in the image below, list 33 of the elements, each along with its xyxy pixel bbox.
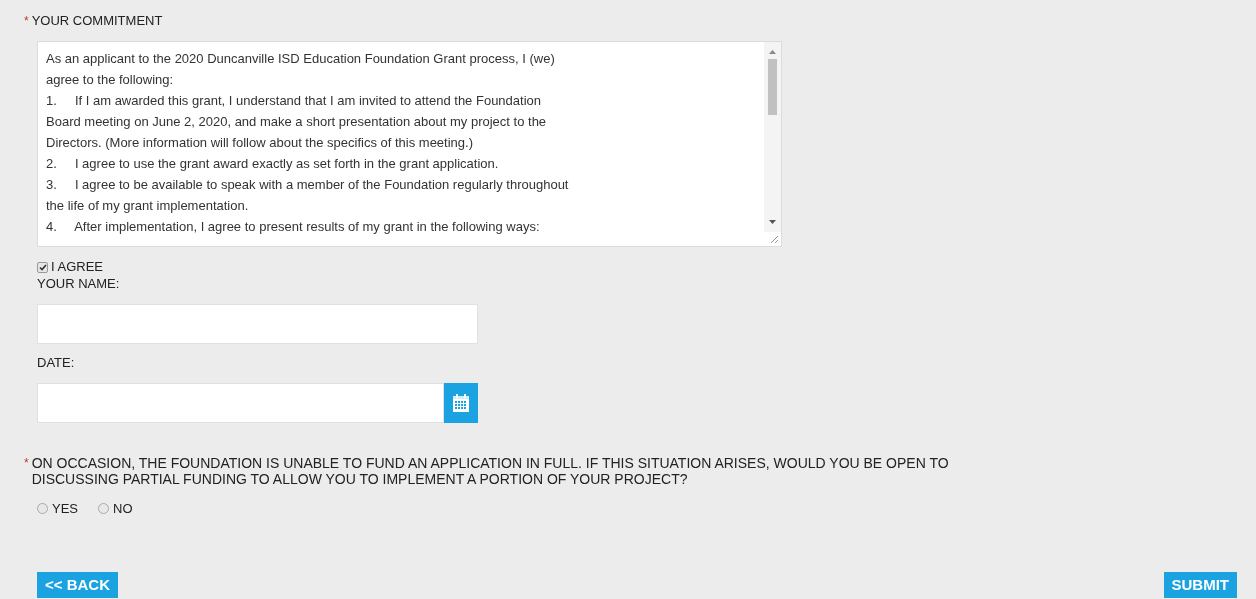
name-input-field[interactable] [37, 304, 478, 344]
submit-button[interactable]: SUBMIT [1163, 571, 1237, 598]
calendar-icon [453, 394, 469, 412]
scroll-up-icon[interactable] [769, 50, 776, 54]
text-line: As an applicant to the 2020 Duncanville ISD Education Foundation Grant process, I (we) [46, 50, 555, 68]
scroll-down-icon[interactable] [769, 220, 776, 224]
text-line: Board meeting on June 2, 2020, and make a short presentation about my project to the [46, 113, 547, 131]
text-line: 4. After implementation, I agree to present results of my grant in the following ways: [46, 218, 540, 236]
required-marker: * [24, 455, 29, 471]
radio-label: YES [52, 500, 78, 518]
resize-handle-icon[interactable] [769, 234, 779, 244]
commitment-text-area[interactable] [37, 41, 782, 247]
field-label: DATE: [37, 354, 76, 372]
text-line: 1. If I am awarded this grant, I understand that I am invited to attend the Foundation [46, 92, 541, 110]
radio-button[interactable] [37, 503, 48, 515]
text-line: Directors. (More information will follow about the specifics of this meeting.) [46, 134, 473, 152]
calendar-button[interactable] [444, 383, 478, 423]
required-marker: * [24, 13, 29, 30]
radio-button[interactable] [98, 503, 109, 515]
scrollbar[interactable] [764, 42, 781, 232]
back-button[interactable]: << BACK [37, 571, 119, 598]
text-line: agree to the following: [46, 71, 174, 89]
field-label: YOUR COMMITMENT [31, 12, 163, 31]
text-line: 2. I agree to use the grant award exactly as set forth in the grant application. [46, 155, 499, 173]
scrollbar-thumb[interactable] [768, 59, 777, 115]
field-label: YOUR NAME: [37, 275, 121, 293]
question-text: ON OCCASION, THE FOUNDATION IS UNABLE TO FUND AN APPLICATION IN FULL. IF THIS SITUATION ARISES, WOULD YOU BE OPEN TO DISCUSSING PARTIAL FUNDING TO ALLOW YOU TO IMPLEMENT A PORTION OF YOUR PROJECT? [31, 455, 950, 487]
checkbox[interactable] [37, 261, 48, 273]
text-line: 3. I agree to be available to speak with a member of the Foundation regularly throughout [46, 176, 569, 194]
checkbox-label: I AGREE [51, 258, 104, 277]
radio-label: NO [113, 500, 133, 518]
date-input-field[interactable] [37, 383, 444, 423]
text-line: the life of my grant implementation. [46, 197, 249, 215]
